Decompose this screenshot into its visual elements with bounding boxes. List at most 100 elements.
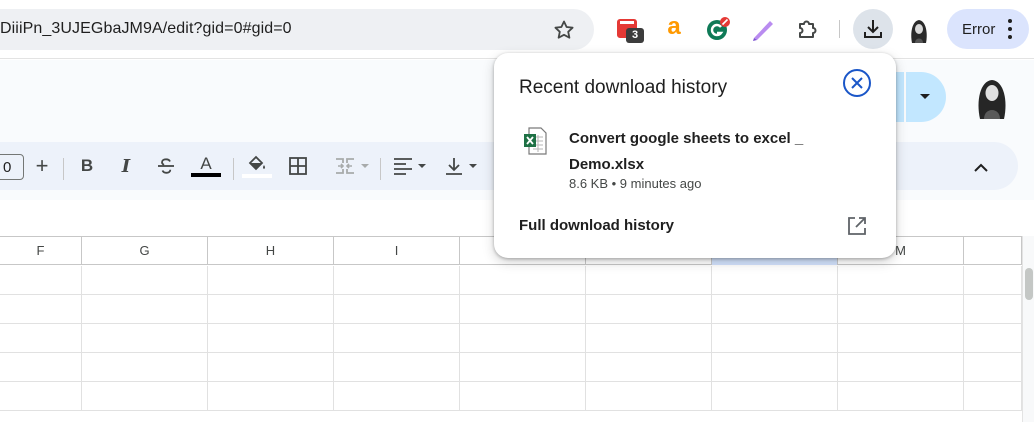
- grid-cell[interactable]: [82, 324, 208, 353]
- grid-cell[interactable]: [964, 353, 1022, 382]
- amazon-extension-icon[interactable]: a: [661, 15, 687, 42]
- grid-cell[interactable]: [838, 295, 964, 324]
- toolbar-divider: [839, 20, 840, 38]
- grid-cell[interactable]: [334, 266, 460, 295]
- grid-cell[interactable]: [586, 324, 712, 353]
- grid-cell[interactable]: [838, 382, 964, 411]
- column-header-h[interactable]: H: [208, 237, 334, 265]
- address-bar-url[interactable]: DiiiPn_3UJEGbaJM9A/edit?gid=0#gid=0: [0, 20, 292, 38]
- fill-color-button[interactable]: [241, 154, 273, 178]
- grid-cell[interactable]: [460, 324, 586, 353]
- borders-icon[interactable]: [286, 154, 310, 178]
- merge-cells-icon: [336, 158, 354, 174]
- grid-cell[interactable]: [0, 266, 82, 295]
- close-popup-button[interactable]: [843, 69, 871, 97]
- align-left-icon: [394, 158, 412, 175]
- profile-avatar-icon[interactable]: [906, 17, 932, 43]
- grid-cell[interactable]: [0, 324, 82, 353]
- grid-cell[interactable]: [334, 295, 460, 324]
- pen-extension-icon[interactable]: [750, 16, 776, 42]
- grid-cell[interactable]: [964, 295, 1022, 324]
- text-color-label: A: [200, 154, 212, 173]
- column-header-f[interactable]: F: [0, 237, 82, 265]
- caret-down-icon: [418, 164, 426, 168]
- caret-down-icon: [469, 164, 477, 168]
- grid-cell[interactable]: [712, 266, 838, 295]
- caret-down-icon: [920, 94, 930, 99]
- download-file-meta: 8.6 KB • 9 minutes ago: [569, 176, 702, 191]
- grid-cell[interactable]: [208, 266, 334, 295]
- paint-bucket-icon: [248, 155, 265, 170]
- align-bottom-icon: [446, 158, 462, 175]
- text-color-button[interactable]: A: [190, 154, 222, 178]
- increase-font-size-button[interactable]: +: [32, 153, 52, 178]
- grid-cell[interactable]: [964, 382, 1022, 411]
- grid-cell[interactable]: [334, 382, 460, 411]
- calendar-extension-icon[interactable]: 3: [615, 16, 644, 43]
- grid-cell[interactable]: [838, 324, 964, 353]
- grid-cell[interactable]: [0, 295, 82, 324]
- grid-cell[interactable]: [586, 353, 712, 382]
- merge-cells-button[interactable]: [328, 154, 374, 178]
- column-header-n[interactable]: [964, 237, 1022, 265]
- strikethrough-icon[interactable]: [154, 154, 178, 178]
- grid-cell[interactable]: [208, 295, 334, 324]
- grid-cell[interactable]: [208, 353, 334, 382]
- grid-cell[interactable]: [460, 382, 586, 411]
- grid-cell[interactable]: [82, 353, 208, 382]
- grid-cell[interactable]: [712, 324, 838, 353]
- grid-cell[interactable]: [586, 295, 712, 324]
- grid-cell[interactable]: [712, 382, 838, 411]
- puzzle-extensions-icon[interactable]: [795, 16, 821, 42]
- grid-cell[interactable]: [82, 266, 208, 295]
- grid-cell[interactable]: [838, 266, 964, 295]
- full-download-history-link[interactable]: Full download history: [519, 217, 674, 234]
- horizontal-align-button[interactable]: [388, 154, 430, 178]
- grid-cell[interactable]: [586, 382, 712, 411]
- grid-cell[interactable]: [82, 295, 208, 324]
- grid-cell[interactable]: [208, 324, 334, 353]
- browser-toolbar: DiiiPn_3UJEGbaJM9A/edit?gid=0#gid=0 3 a: [0, 0, 1034, 59]
- excel-file-icon: [524, 127, 547, 155]
- grid-row: [0, 266, 1022, 295]
- grid-cell[interactable]: [712, 295, 838, 324]
- fill-color-swatch: [242, 173, 272, 178]
- collapse-toolbar-chevron-icon[interactable]: [969, 156, 993, 180]
- grid-cell[interactable]: [964, 324, 1022, 353]
- profile-error-chip[interactable]: Error: [947, 9, 1029, 49]
- download-file-name[interactable]: Convert google sheets to excel _ Demo.xl…: [569, 126, 849, 178]
- grid-cell[interactable]: [460, 353, 586, 382]
- grid-cell[interactable]: [208, 382, 334, 411]
- extension-badge: 3: [626, 28, 644, 43]
- caret-down-icon: [361, 164, 369, 168]
- grid-cell[interactable]: [0, 353, 82, 382]
- grid-cell[interactable]: [82, 382, 208, 411]
- grid-cell[interactable]: [0, 382, 82, 411]
- grid-cell[interactable]: [838, 353, 964, 382]
- grid-cell[interactable]: [586, 266, 712, 295]
- grid-cell[interactable]: [712, 353, 838, 382]
- open-in-new-icon[interactable]: [846, 215, 868, 237]
- downloads-button[interactable]: [853, 9, 893, 49]
- bookmark-star-icon[interactable]: [552, 18, 576, 42]
- grid-cell[interactable]: [334, 353, 460, 382]
- popup-title: Recent download history: [519, 77, 728, 98]
- vertical-align-button[interactable]: [440, 154, 480, 178]
- column-header-g[interactable]: G: [82, 237, 208, 265]
- spreadsheet-grid[interactable]: F G H I M: [0, 236, 1022, 422]
- bold-button[interactable]: B: [76, 154, 98, 178]
- download-history-popup: Recent download history Convert google s…: [494, 53, 896, 258]
- font-size-input[interactable]: 0: [0, 154, 24, 180]
- kebab-menu-icon[interactable]: [1007, 19, 1013, 39]
- scrollbar-thumb[interactable]: [1025, 268, 1033, 300]
- italic-button[interactable]: I: [115, 154, 137, 178]
- address-bar[interactable]: DiiiPn_3UJEGbaJM9A/edit?gid=0#gid=0: [0, 9, 594, 50]
- grid-cell[interactable]: [964, 266, 1022, 295]
- grid-cell[interactable]: [334, 324, 460, 353]
- grid-cell[interactable]: [460, 295, 586, 324]
- grid-cell[interactable]: [460, 266, 586, 295]
- account-avatar-icon[interactable]: [970, 75, 1014, 119]
- column-header-i[interactable]: I: [334, 237, 460, 265]
- grammar-extension-icon[interactable]: [705, 16, 731, 42]
- vertical-scrollbar[interactable]: [1022, 236, 1034, 422]
